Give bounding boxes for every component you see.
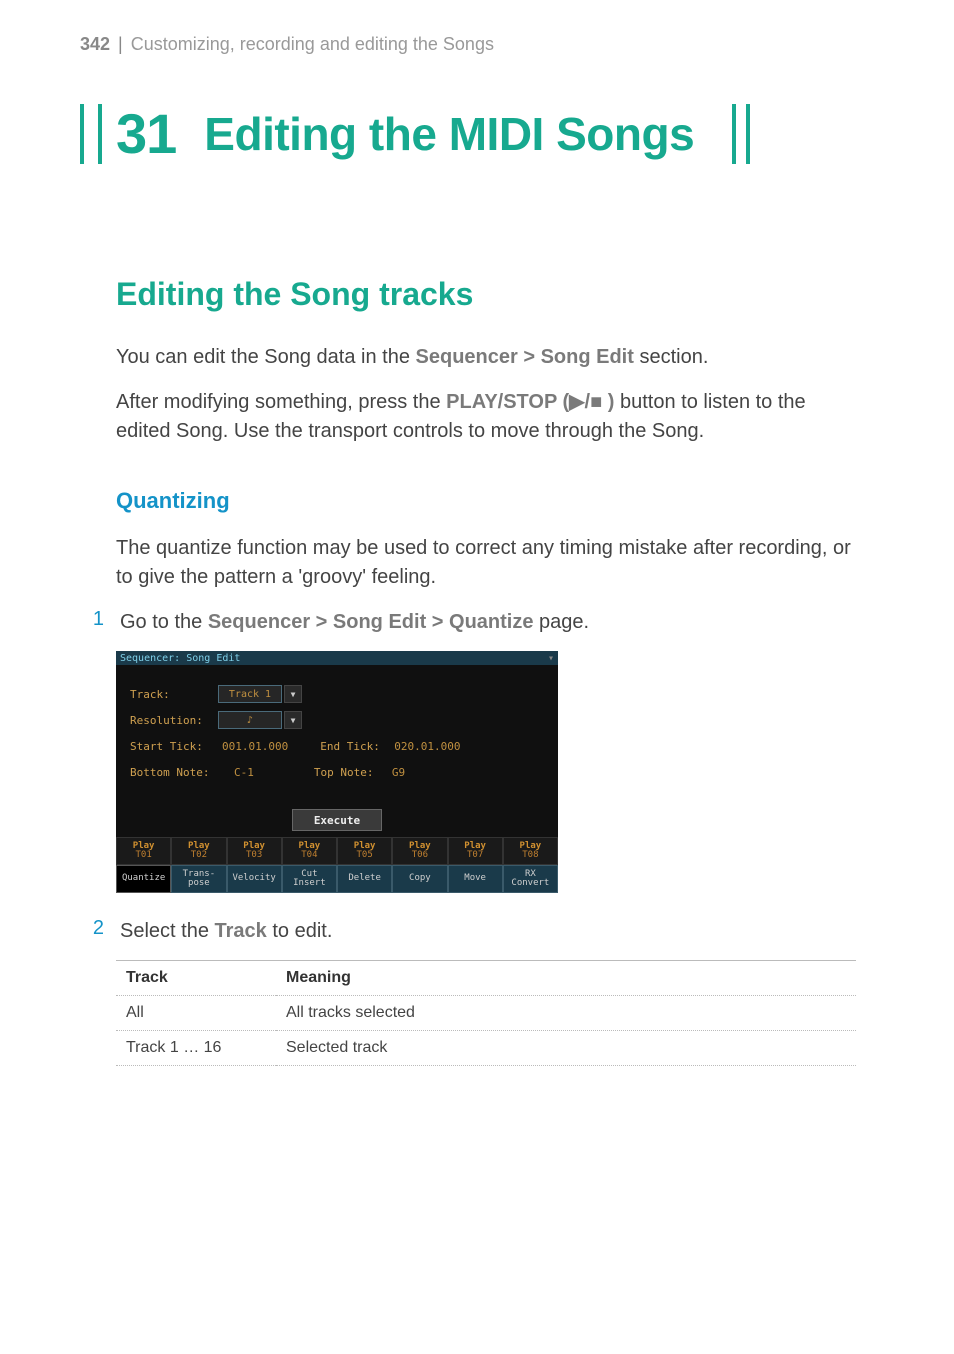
intro-paragraph-2: After modifying something, press the PLA…: [116, 388, 856, 446]
step-number: 1: [80, 608, 104, 637]
track-tab[interactable]: PlayT03: [227, 837, 282, 865]
track-tab[interactable]: PlayT08: [503, 837, 558, 865]
start-tick-value[interactable]: 001.01.000: [222, 740, 288, 753]
chapter-number: 31: [116, 101, 176, 166]
function-tab-rxconvert[interactable]: RX Convert: [503, 865, 558, 893]
track-label: Track:: [130, 688, 218, 701]
subsection-heading: Quantizing: [116, 488, 856, 514]
track-id: T03: [246, 851, 262, 860]
track-id: T07: [467, 851, 483, 860]
quantize-paragraph: The quantize function may be used to cor…: [116, 534, 856, 592]
bottom-note-label: Bottom Note:: [130, 766, 230, 779]
track-value: Track 1: [218, 685, 282, 703]
button-name-close: ): [602, 391, 614, 413]
function-tab-transpose[interactable]: Trans- pose: [171, 865, 226, 893]
table-cell: Selected track: [276, 1031, 856, 1066]
text: After modifying something, press the: [116, 391, 446, 413]
track-id: T02: [191, 851, 207, 860]
execute-button[interactable]: Execute: [292, 809, 382, 831]
ui-path: Sequencer > Song Edit: [416, 346, 634, 368]
table-cell: All tracks selected: [276, 996, 856, 1031]
resolution-value: ♪: [218, 711, 282, 729]
decorative-bar: [746, 104, 750, 164]
step-number: 2: [80, 917, 104, 946]
text: Select the: [120, 920, 215, 942]
chapter-heading: 31 Editing the MIDI Songs: [80, 101, 856, 166]
chapter-title: Editing the MIDI Songs: [204, 107, 694, 161]
text: Go to the: [120, 611, 208, 633]
end-tick-value[interactable]: 020.01.000: [394, 740, 460, 753]
software-screenshot: Sequencer: Song Edit ▾ Track: Track 1 ▼ …: [116, 651, 558, 893]
page-number: 342: [80, 34, 110, 55]
track-tab[interactable]: PlayT07: [448, 837, 503, 865]
bottom-note-value[interactable]: C-1: [234, 766, 254, 779]
header-divider: |: [118, 34, 123, 55]
track-dropdown[interactable]: Track 1 ▼: [218, 685, 302, 703]
function-tab-delete[interactable]: Delete: [337, 865, 392, 893]
track-tab[interactable]: PlayT06: [392, 837, 447, 865]
header-section: Customizing, recording and editing the S…: [131, 34, 494, 55]
track-tab[interactable]: PlayT05: [337, 837, 392, 865]
play-stop-icon: ▶/■: [569, 391, 602, 413]
table-header-meaning: Meaning: [276, 961, 856, 996]
track-id: T06: [412, 851, 428, 860]
function-tab-velocity[interactable]: Velocity: [227, 865, 282, 893]
table-cell: All: [116, 996, 276, 1031]
menu-dropdown-icon[interactable]: ▾: [548, 653, 554, 664]
function-tab-move[interactable]: Move: [448, 865, 503, 893]
screenshot-title: Sequencer: Song Edit: [120, 653, 240, 664]
table-cell: Track 1 … 16: [116, 1031, 276, 1066]
top-note-label: Top Note:: [314, 766, 388, 779]
table-row: Track 1 … 16 Selected track: [116, 1031, 856, 1066]
step-2: 2 Select the Track to edit.: [80, 917, 856, 946]
intro-paragraph-1: You can edit the Song data in the Sequen…: [116, 343, 856, 372]
function-tab-quantize[interactable]: Quantize: [116, 865, 171, 893]
ui-path: Sequencer > Song Edit > Quantize: [208, 611, 534, 633]
screenshot-titlebar: Sequencer: Song Edit ▾: [116, 651, 558, 665]
text: section.: [634, 346, 708, 368]
decorative-bar: [98, 104, 102, 164]
track-tab[interactable]: PlayT02: [171, 837, 226, 865]
step-text: Go to the Sequencer > Song Edit > Quanti…: [120, 608, 856, 637]
function-tab-copy[interactable]: Copy: [392, 865, 447, 893]
track-id: T05: [356, 851, 372, 860]
chapter-number-block: 31: [80, 101, 176, 166]
track-meaning-table: Track Meaning All All tracks selected Tr…: [116, 960, 856, 1066]
track-tabs-row: PlayT01 PlayT02 PlayT03 PlayT04 PlayT05 …: [116, 837, 558, 865]
track-id: T01: [135, 851, 151, 860]
resolution-dropdown[interactable]: ♪ ▼: [218, 711, 302, 729]
table-header-row: Track Meaning: [116, 961, 856, 996]
section-heading: Editing the Song tracks: [116, 276, 856, 313]
button-name: PLAY/STOP (: [446, 391, 569, 413]
text: to edit.: [267, 920, 333, 942]
chevron-down-icon[interactable]: ▼: [284, 711, 302, 729]
end-tick-label: End Tick:: [320, 740, 390, 753]
step-1: 1 Go to the Sequencer > Song Edit > Quan…: [80, 608, 856, 637]
track-id: T04: [301, 851, 317, 860]
track-tab[interactable]: PlayT04: [282, 837, 337, 865]
decorative-bar: [732, 104, 736, 164]
decorative-bar: [80, 104, 84, 164]
screenshot-bottom-tabs: PlayT01 PlayT02 PlayT03 PlayT04 PlayT05 …: [116, 837, 558, 893]
track-id: T08: [522, 851, 538, 860]
track-tab[interactable]: PlayT01: [116, 837, 171, 865]
function-tabs-row: Quantize Trans- pose Velocity Cut Insert…: [116, 865, 558, 893]
chevron-down-icon[interactable]: ▼: [284, 685, 302, 703]
text: page.: [533, 611, 589, 633]
step-text: Select the Track to edit.: [120, 917, 856, 946]
page-header: 342 | Customizing, recording and editing …: [80, 34, 856, 55]
top-note-value[interactable]: G9: [392, 766, 405, 779]
table-row: All All tracks selected: [116, 996, 856, 1031]
start-tick-label: Start Tick:: [130, 740, 218, 753]
function-tab-cutinsert[interactable]: Cut Insert: [282, 865, 337, 893]
resolution-label: Resolution:: [130, 714, 218, 727]
text: You can edit the Song data in the: [116, 346, 416, 368]
track-word: Track: [215, 920, 267, 942]
table-header-track: Track: [116, 961, 276, 996]
decorative-bars-right: [732, 104, 754, 164]
